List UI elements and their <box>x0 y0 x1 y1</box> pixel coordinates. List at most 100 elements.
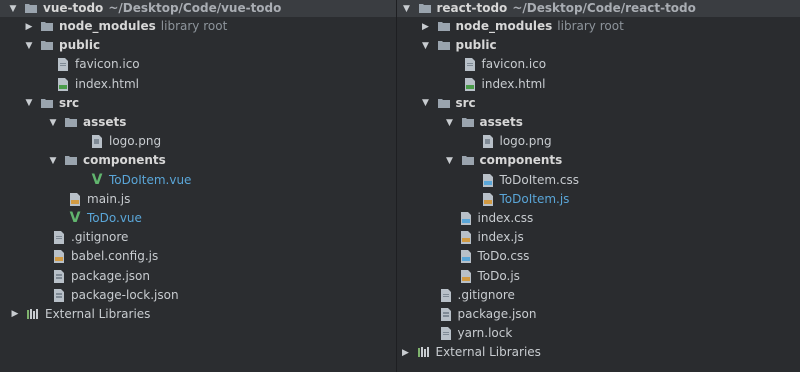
chevron-down-icon[interactable]: ▼ <box>8 4 18 14</box>
tree-row-package-lock-json[interactable]: package-lock.json <box>0 286 396 305</box>
tree-row-components[interactable]: ▼ components <box>397 151 800 170</box>
file-icon <box>439 288 453 302</box>
tree-item-extra: library root <box>557 19 624 34</box>
project-row-react-todo[interactable]: ▼ react-todo ~/Desktop/Code/react-todo <box>396 0 800 17</box>
chevron-down-icon[interactable]: ▼ <box>421 98 431 108</box>
tree-item-label: ToDo.css <box>477 249 530 264</box>
chevron-down-icon[interactable]: ▼ <box>48 156 58 166</box>
chevron-right-icon[interactable]: ▶ <box>401 348 411 358</box>
tree-item-label: package.json <box>457 306 537 321</box>
chevron-down-icon[interactable]: ▼ <box>445 156 455 166</box>
project-name: vue-todo <box>43 1 104 15</box>
chevron-down-icon[interactable]: ▼ <box>48 118 58 128</box>
chevron-right-icon[interactable]: ▶ <box>24 22 34 32</box>
folder-icon <box>437 20 451 33</box>
tree-row-todo-vue[interactable]: V ToDo.vue <box>0 209 396 228</box>
project-trees: ▼ vue-todo ~/Desktop/Code/vue-todo ▶ nod… <box>0 0 800 372</box>
tree-row-index-html[interactable]: index.html <box>397 75 800 94</box>
folder-icon <box>418 2 432 15</box>
project-path: ~/Desktop/Code/vue-todo <box>108 1 282 15</box>
tree-row-src[interactable]: ▼ src <box>0 94 396 113</box>
json-file-icon <box>52 269 66 283</box>
tree-item-label: favicon.ico <box>75 57 140 72</box>
chevron-right-icon[interactable]: ▶ <box>10 309 20 319</box>
tree-item-label: .gitignore <box>457 287 515 302</box>
tree-item-label: package-lock.json <box>71 287 179 302</box>
tree-row-public[interactable]: ▼ public <box>397 36 800 55</box>
tree-row-external-libraries[interactable]: ▶ External Libraries <box>397 343 800 362</box>
tree-row-favicon[interactable]: favicon.ico <box>0 55 396 74</box>
file-icon <box>56 58 70 72</box>
project-row-vue-todo[interactable]: ▼ vue-todo ~/Desktop/Code/vue-todo <box>0 0 396 17</box>
tree-item-label: favicon.ico <box>481 57 547 72</box>
tree-item-extra: library root <box>160 19 228 34</box>
tree-row-src[interactable]: ▼ src <box>397 94 800 113</box>
tree-row-assets[interactable]: ▼ assets <box>397 113 800 132</box>
chevron-down-icon[interactable]: ▼ <box>24 41 34 51</box>
tree-row-gitignore[interactable]: .gitignore <box>397 286 800 305</box>
tree-item-label: index.js <box>477 230 524 245</box>
js-file-icon <box>481 192 495 206</box>
tree-item-label: main.js <box>87 191 131 206</box>
tree-row-external-libraries[interactable]: ▶ External Libraries <box>0 305 396 324</box>
tree-row-index-js[interactable]: index.js <box>397 228 800 247</box>
chevron-down-icon[interactable]: ▼ <box>402 4 412 14</box>
chevron-right-icon[interactable]: ▶ <box>421 22 431 32</box>
tree-item-label: assets <box>479 115 523 130</box>
tree-row-main-js[interactable]: main.js <box>0 190 396 209</box>
tree-item-label: External Libraries <box>435 345 541 360</box>
tree-row-todoitem-js[interactable]: ToDoItem.js <box>397 190 800 209</box>
folder-icon <box>64 116 78 129</box>
folder-icon <box>40 39 54 52</box>
tree-item-label: src <box>59 95 80 110</box>
chevron-down-icon[interactable]: ▼ <box>421 41 431 51</box>
css-file-icon <box>459 250 473 264</box>
tree-item-label: node_modules <box>59 19 156 34</box>
tree-row-node-modules[interactable]: ▶ node_modules library root <box>0 17 396 36</box>
tree-row-todoitem-vue[interactable]: V ToDoItem.vue <box>0 171 396 190</box>
tree-row-assets[interactable]: ▼ assets <box>0 113 396 132</box>
tree-row-todo-js[interactable]: ToDo.js <box>397 266 800 285</box>
react-project-pane: ▼ react-todo ~/Desktop/Code/react-todo ▶… <box>395 0 800 372</box>
external-libraries-icon <box>26 308 40 321</box>
tree-row-logo-png[interactable]: logo.png <box>397 132 800 151</box>
tree-item-label: package.json <box>71 268 151 283</box>
image-file-icon <box>481 135 495 149</box>
tree-row-public[interactable]: ▼ public <box>0 36 396 55</box>
json-file-icon <box>439 307 453 321</box>
json-file-icon <box>52 288 66 302</box>
html-file-icon <box>463 77 477 91</box>
tree-row-index-html[interactable]: index.html <box>0 75 396 94</box>
tree-row-package-json[interactable]: package.json <box>0 266 396 285</box>
chevron-down-icon[interactable]: ▼ <box>445 118 455 128</box>
tree-row-components[interactable]: ▼ components <box>0 151 396 170</box>
tree-item-label: index.html <box>481 76 546 91</box>
tree-row-gitignore[interactable]: .gitignore <box>0 228 396 247</box>
tree-row-index-css[interactable]: index.css <box>397 209 800 228</box>
folder-icon <box>24 2 38 15</box>
tree-item-label: babel.config.js <box>71 249 159 264</box>
tree-row-yarn-lock[interactable]: yarn.lock <box>397 324 800 343</box>
chevron-down-icon[interactable]: ▼ <box>24 98 34 108</box>
html-file-icon <box>56 77 70 91</box>
tree-row-todo-css[interactable]: ToDo.css <box>397 247 800 266</box>
js-file-icon <box>68 192 82 206</box>
image-file-icon <box>90 135 104 149</box>
tree-row-logo-png[interactable]: logo.png <box>0 132 396 151</box>
tree-item-label: components <box>83 153 166 168</box>
tree-item-label: ToDoItem.vue <box>109 172 192 187</box>
tree-item-label: assets <box>83 115 127 130</box>
tree-row-package-json[interactable]: package.json <box>397 305 800 324</box>
vue-project-pane: ▼ vue-todo ~/Desktop/Code/vue-todo ▶ nod… <box>0 0 396 372</box>
js-file-icon <box>459 231 473 245</box>
tree-item-label: ToDoItem.css <box>499 172 579 187</box>
tree-item-label: External Libraries <box>45 306 151 321</box>
tree-row-todoitem-css[interactable]: ToDoItem.css <box>397 171 800 190</box>
tree-item-label: logo.png <box>109 134 162 149</box>
tree-row-babel-config[interactable]: babel.config.js <box>0 247 396 266</box>
tree-row-node-modules[interactable]: ▶ node_modules library root <box>397 17 800 36</box>
file-icon <box>463 58 477 72</box>
folder-icon <box>437 97 451 110</box>
folder-icon <box>461 154 475 167</box>
tree-row-favicon[interactable]: favicon.ico <box>397 55 800 74</box>
